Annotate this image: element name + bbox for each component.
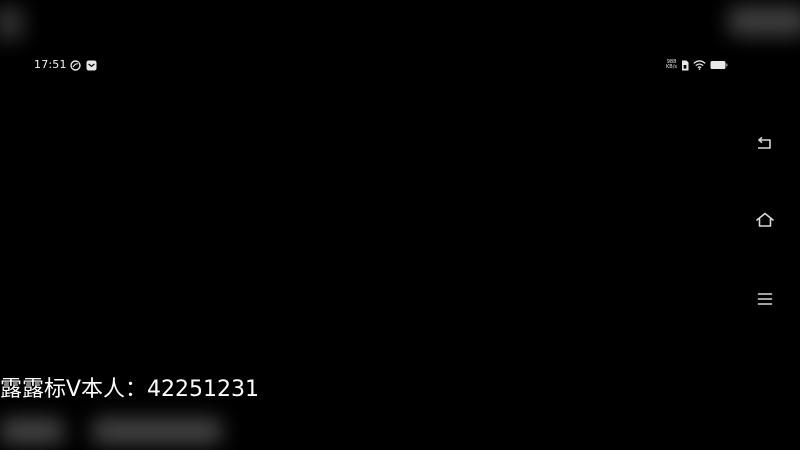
- home-button[interactable]: [748, 205, 782, 239]
- home-icon: [755, 212, 775, 232]
- video-screen: 17:51 988 KB/s 露露标V本人：42251231: [0, 0, 800, 450]
- caption-text: 露露标V本人：42251231: [0, 377, 260, 402]
- swirl-app-icon: [70, 59, 81, 71]
- battery-icon: [710, 60, 728, 70]
- blurred-overlay-bottom-center: [92, 418, 222, 444]
- notification-icons: [70, 59, 97, 71]
- status-time: 17:51: [34, 58, 67, 71]
- menu-button[interactable]: [748, 283, 782, 317]
- network-speed-unit: KB/s: [666, 64, 677, 70]
- status-bar: 17:51 988 KB/s: [0, 56, 800, 74]
- blurred-overlay-top-right: [728, 6, 800, 36]
- mail-app-icon: [86, 60, 97, 71]
- blurred-overlay-bottom-left: [0, 418, 64, 444]
- back-icon: [756, 136, 774, 155]
- navigation-bar: [748, 128, 782, 318]
- back-button[interactable]: [748, 128, 782, 162]
- network-speed: 988 KB/s: [666, 60, 677, 70]
- wifi-icon: [693, 60, 706, 70]
- blurred-overlay-top-left: [0, 6, 24, 40]
- system-icons: 988 KB/s: [666, 59, 728, 71]
- menu-icon: [757, 291, 773, 310]
- sim-icon: [681, 60, 689, 71]
